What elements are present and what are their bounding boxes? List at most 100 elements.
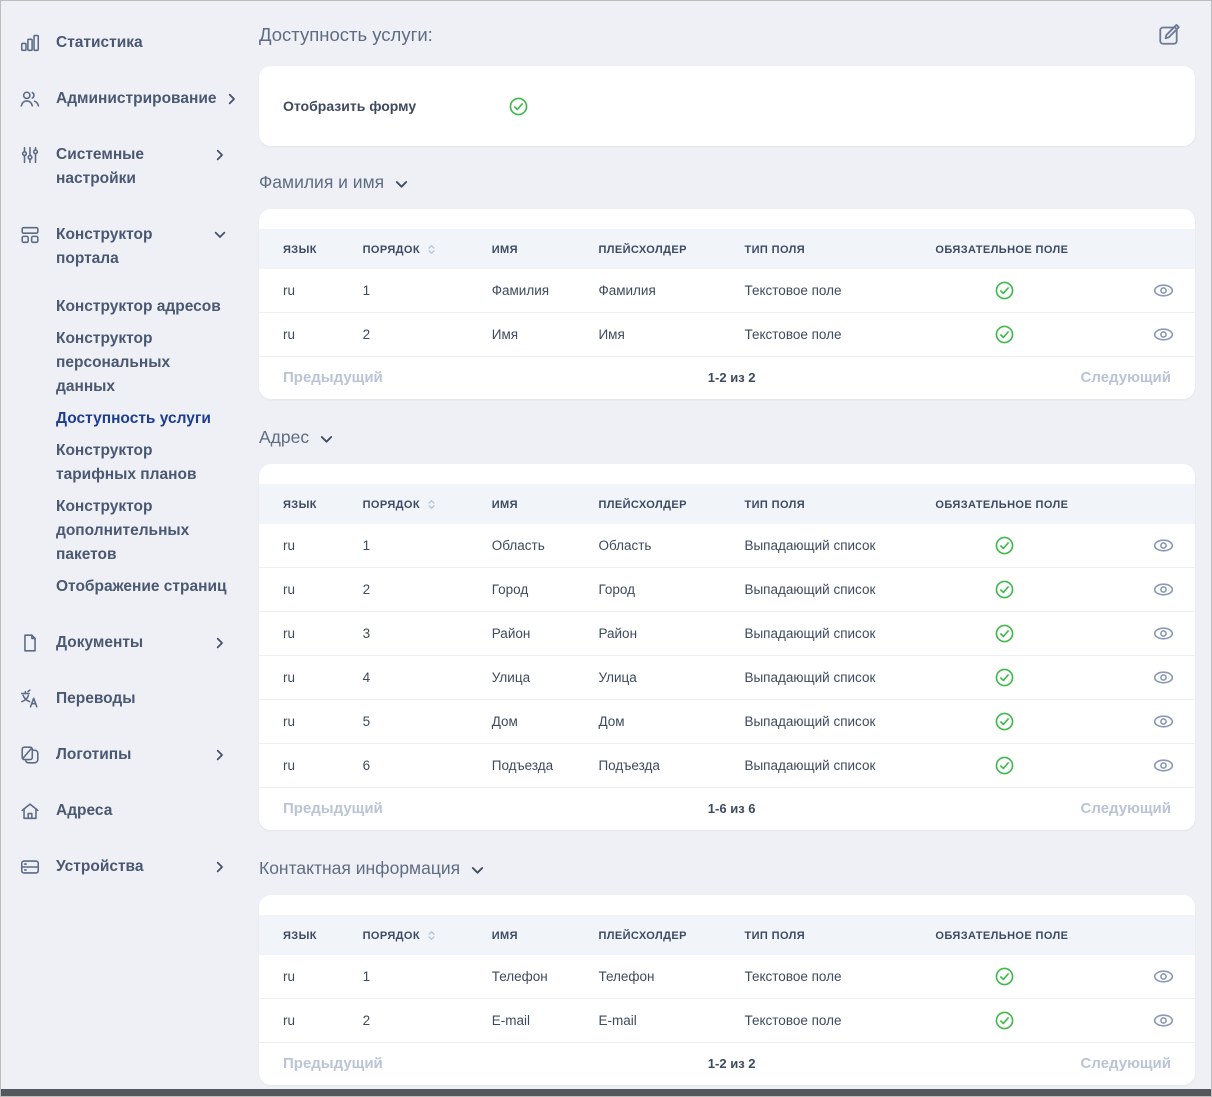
cell-name: Дом: [482, 700, 589, 744]
eye-icon[interactable]: [1152, 1009, 1175, 1032]
sidebar-item-pages-display[interactable]: Отображение страниц: [56, 575, 227, 599]
column-header-label: ЯЗЫК: [283, 930, 317, 942]
cell-name: Имя: [482, 313, 589, 357]
sidebar: Статистика Администрирование Системные н…: [1, 1, 253, 1096]
sidebar-item-devices[interactable]: Устройства: [19, 855, 227, 879]
check-circle-icon: [994, 623, 1015, 644]
table-row: ru2ГородГородВыпадающий список: [259, 568, 1195, 612]
cell-lang: ru: [259, 999, 353, 1043]
sidebar-item-addresses[interactable]: Адреса: [19, 799, 227, 823]
check-circle-icon: [994, 535, 1015, 556]
section-header[interactable]: Адрес: [259, 427, 1195, 448]
cell-required: [925, 700, 1084, 744]
check-circle-icon: [994, 711, 1015, 732]
cell-required: [925, 656, 1084, 700]
check-circle-icon: [994, 966, 1015, 987]
chevron-down-icon[interactable]: [470, 863, 485, 878]
chevron-down-icon[interactable]: [319, 432, 334, 447]
sidebar-item-service-availability[interactable]: Доступность услуги: [56, 407, 227, 431]
eye-icon[interactable]: [1152, 666, 1175, 689]
sidebar-item-portal-constructor[interactable]: Конструктор портала: [19, 223, 227, 271]
pagination: Предыдущий 1-6 из 6 Следующий: [259, 788, 1195, 830]
cell-type: Выпадающий список: [734, 656, 925, 700]
cell-lang: ru: [259, 744, 353, 788]
column-header[interactable]: ПОРЯДОК: [353, 484, 482, 524]
pagination-prev-button[interactable]: Предыдущий: [283, 800, 383, 817]
column-header: ЯЗЫК: [259, 484, 353, 524]
form-visibility-label: Отобразить форму: [283, 98, 508, 114]
section-header[interactable]: Контактная информация: [259, 858, 1195, 879]
sidebar-item-administration[interactable]: Администрирование: [19, 87, 227, 111]
sort-arrows-icon[interactable]: [425, 243, 438, 256]
column-header: ОБЯЗАТЕЛЬНОЕ ПОЛЕ: [925, 915, 1084, 955]
fields-table-card: ЯЗЫКПОРЯДОКИМЯПЛЕЙСХОЛДЕРТИП ПОЛЯОБЯЗАТЕ…: [259, 464, 1195, 830]
column-header-label: ПОРЯДОК: [363, 930, 420, 942]
chevron-right-icon: [213, 636, 227, 650]
table-header-row: ЯЗЫКПОРЯДОКИМЯПЛЕЙСХОЛДЕРТИП ПОЛЯОБЯЗАТЕ…: [259, 915, 1195, 955]
cell-name: Подъезда: [482, 744, 589, 788]
eye-icon[interactable]: [1152, 534, 1175, 557]
document-icon: [19, 632, 41, 654]
layout-icon: [19, 224, 41, 246]
chevron-right-icon: [213, 148, 227, 162]
cell-lang: ru: [259, 269, 353, 313]
section-title: Фамилия и имя: [259, 172, 384, 193]
page-header: Доступность услуги:: [259, 21, 1195, 48]
eye-icon[interactable]: [1152, 754, 1175, 777]
pagination-next-button[interactable]: Следующий: [1081, 800, 1171, 817]
section-title: Контактная информация: [259, 858, 460, 879]
edit-icon[interactable]: [1156, 21, 1183, 48]
sort-arrows-icon[interactable]: [425, 498, 438, 511]
sidebar-item-documents[interactable]: Документы: [19, 631, 227, 655]
sidebar-item-logos[interactable]: Логотипы: [19, 743, 227, 767]
cell-name: Фамилия: [482, 269, 589, 313]
cell-actions: [1085, 999, 1195, 1043]
eye-icon[interactable]: [1152, 710, 1175, 733]
pagination-prev-button[interactable]: Предыдущий: [283, 369, 383, 386]
table-header-row: ЯЗЫКПОРЯДОКИМЯПЛЕЙСХОЛДЕРТИП ПОЛЯОБЯЗАТЕ…: [259, 229, 1195, 269]
form-section: Адрес ЯЗЫКПОРЯДОКИМЯПЛЕЙСХОЛДЕРТИП ПОЛЯО…: [259, 427, 1195, 830]
cell-placeholder: Телефон: [588, 955, 734, 999]
table-row: ru1ТелефонТелефонТекстовое поле: [259, 955, 1195, 999]
sort-arrows-icon[interactable]: [425, 929, 438, 942]
cell-actions: [1085, 269, 1195, 313]
eye-icon[interactable]: [1152, 279, 1175, 302]
cell-name: E-mail: [482, 999, 589, 1043]
sidebar-item-addon-packages-constructor[interactable]: Конструктор дополнительных пакетов: [56, 495, 227, 567]
fields-table: ЯЗЫКПОРЯДОКИМЯПЛЕЙСХОЛДЕРТИП ПОЛЯОБЯЗАТЕ…: [259, 484, 1195, 788]
eye-icon[interactable]: [1152, 323, 1175, 346]
cell-type: Выпадающий список: [734, 568, 925, 612]
home-icon: [19, 800, 41, 822]
sidebar-item-address-constructor[interactable]: Конструктор адресов: [56, 295, 227, 319]
translate-icon: [19, 688, 41, 710]
pagination: Предыдущий 1-2 из 2 Следующий: [259, 1043, 1195, 1085]
cell-lang: ru: [259, 656, 353, 700]
eye-icon[interactable]: [1152, 578, 1175, 601]
sidebar-item-personal-data-constructor[interactable]: Конструктор персональных данных: [56, 327, 227, 399]
eye-icon[interactable]: [1152, 622, 1175, 645]
pagination-next-button[interactable]: Следующий: [1081, 369, 1171, 386]
page-title: Доступность услуги:: [259, 24, 433, 46]
pagination-next-button[interactable]: Следующий: [1081, 1055, 1171, 1072]
pagination-prev-button[interactable]: Предыдущий: [283, 1055, 383, 1072]
sidebar-item-translations[interactable]: Переводы: [19, 687, 227, 711]
cell-order: 2: [353, 999, 482, 1043]
cell-order: 2: [353, 313, 482, 357]
fields-table-card: ЯЗЫКПОРЯДОКИМЯПЛЕЙСХОЛДЕРТИП ПОЛЯОБЯЗАТЕ…: [259, 209, 1195, 399]
eye-icon[interactable]: [1152, 965, 1175, 988]
column-header: ТИП ПОЛЯ: [734, 915, 925, 955]
check-circle-icon: [994, 667, 1015, 688]
cell-order: 5: [353, 700, 482, 744]
sidebar-item-tariff-plans-constructor[interactable]: Конструктор тарифных планов: [56, 439, 227, 487]
cell-name: Телефон: [482, 955, 589, 999]
form-visibility-card: Отобразить форму: [259, 66, 1195, 146]
sidebar-item-statistics[interactable]: Статистика: [19, 31, 227, 55]
users-icon: [19, 88, 41, 110]
column-header[interactable]: ПОРЯДОК: [353, 915, 482, 955]
check-circle-icon: [994, 1010, 1015, 1031]
cell-type: Текстовое поле: [734, 269, 925, 313]
sidebar-item-system-settings[interactable]: Системные настройки: [19, 143, 227, 191]
chevron-down-icon[interactable]: [394, 177, 409, 192]
section-header[interactable]: Фамилия и имя: [259, 172, 1195, 193]
column-header[interactable]: ПОРЯДОК: [353, 229, 482, 269]
